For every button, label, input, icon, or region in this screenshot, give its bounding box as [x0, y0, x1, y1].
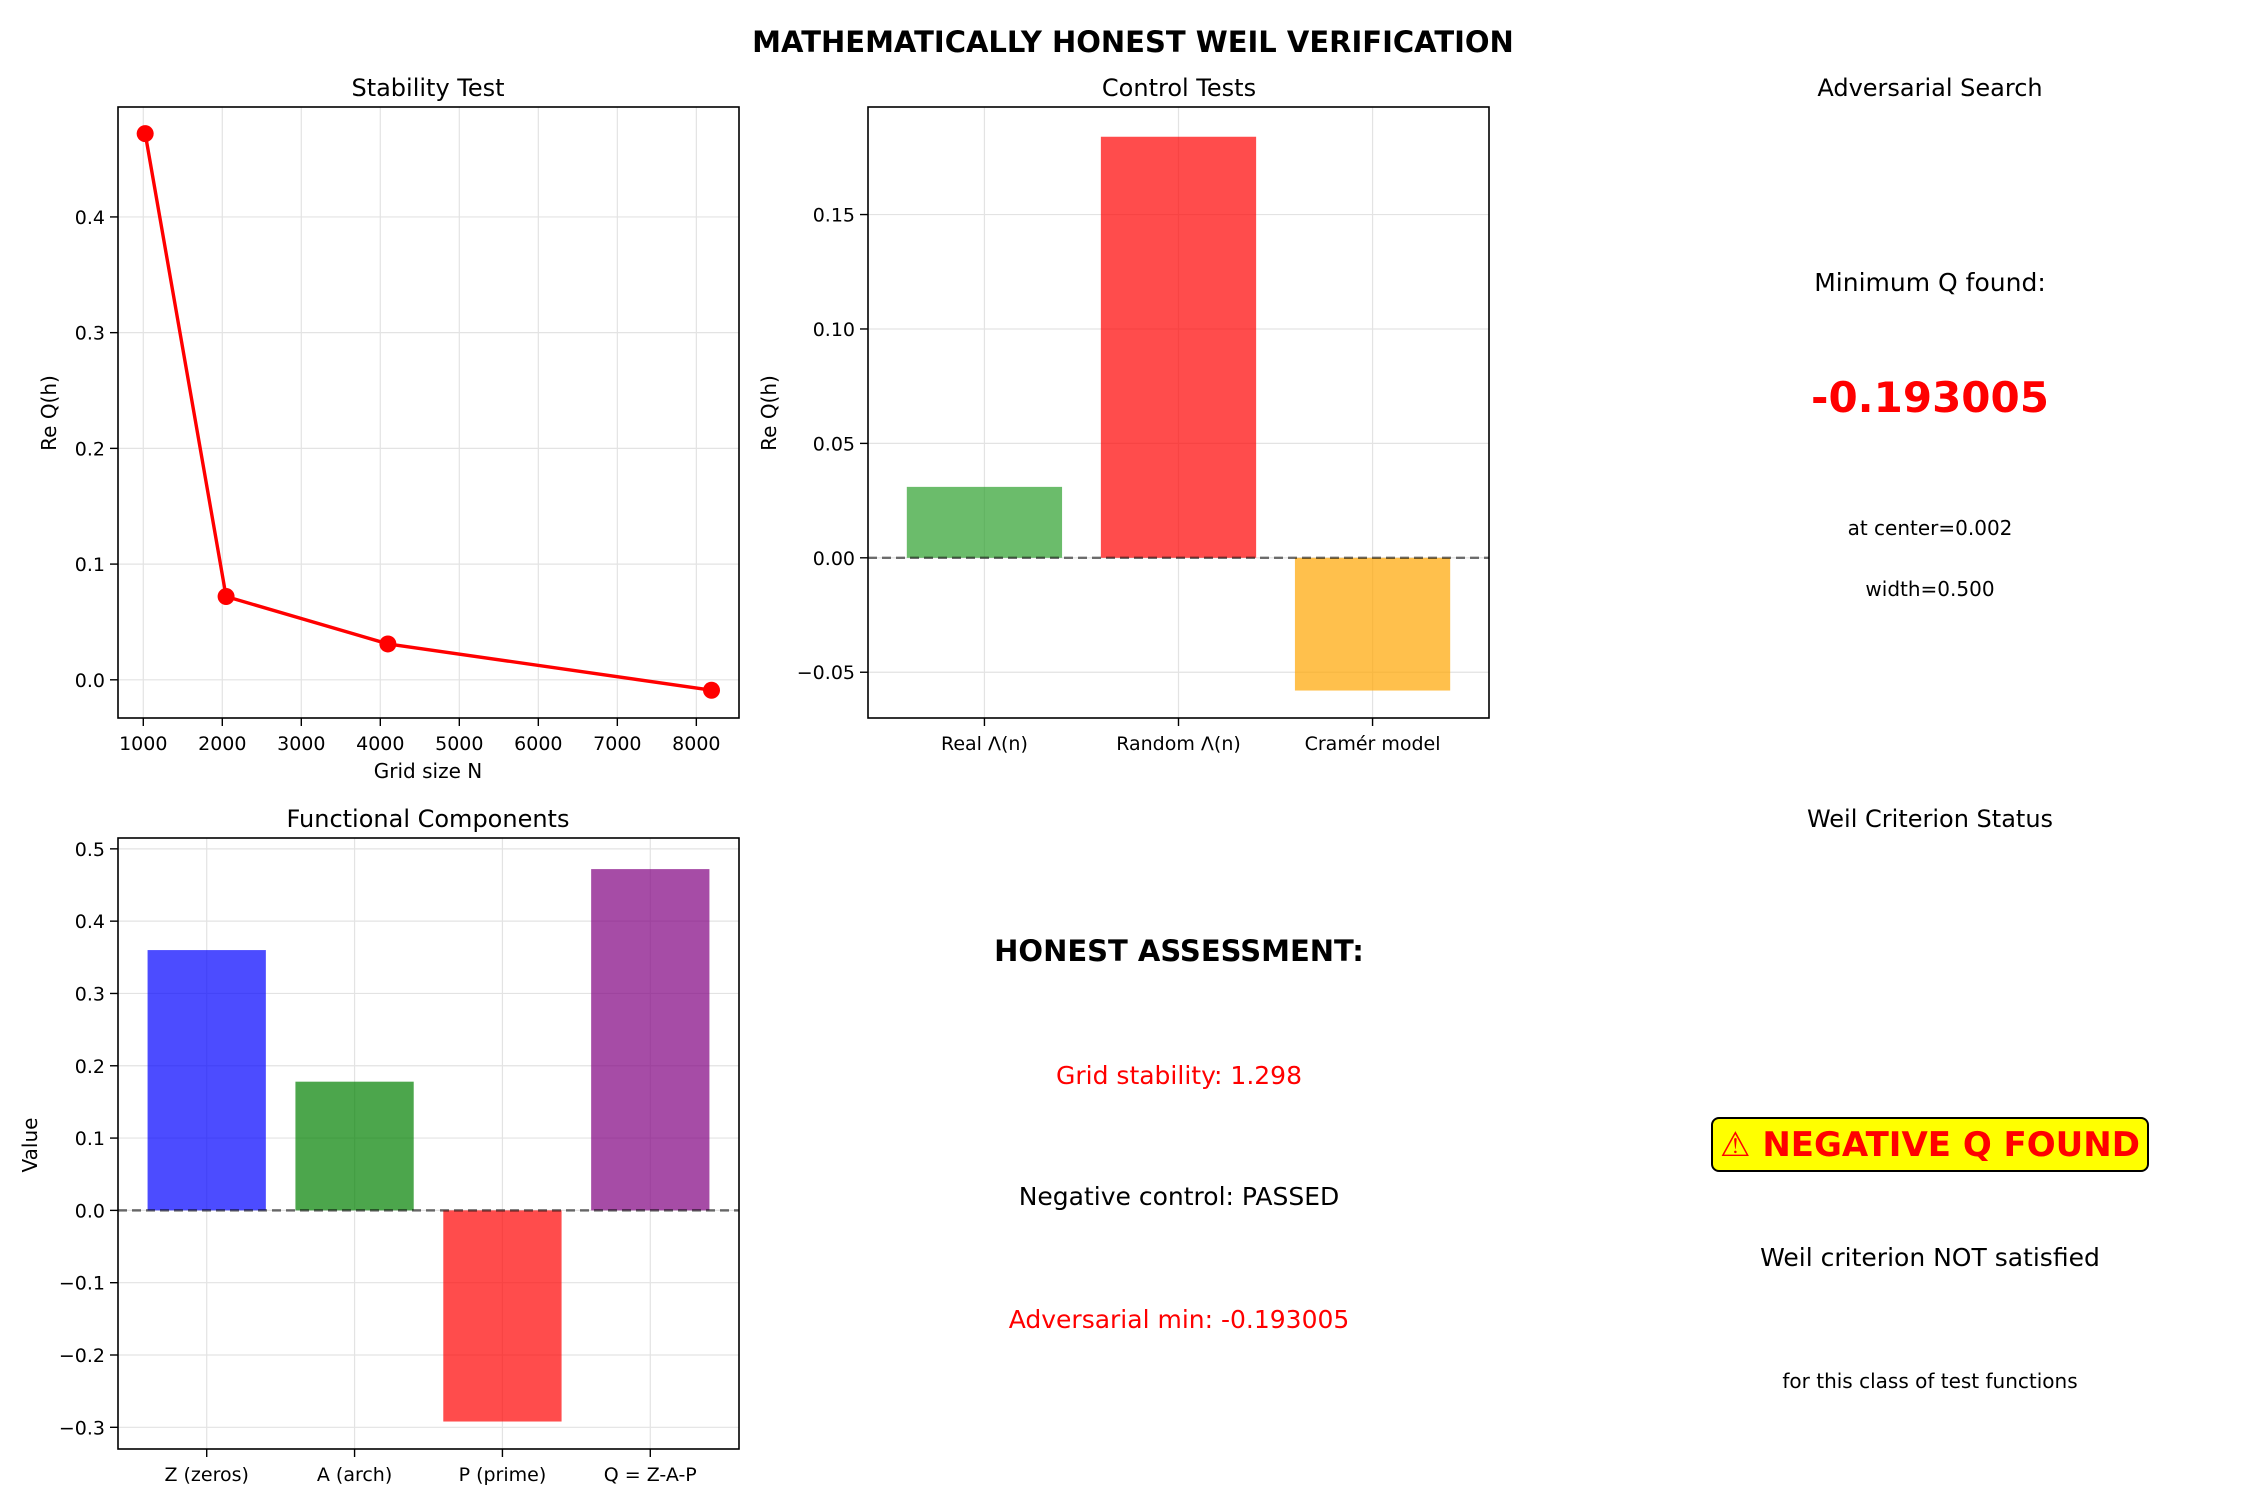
components-bar-3 — [591, 869, 710, 1211]
assessment-heading: HONEST ASSESSMENT: — [994, 934, 1364, 968]
stability-xtick-label-2: 3000 — [277, 733, 325, 755]
status-title: Weil Criterion Status — [1807, 805, 2053, 833]
assessment-negative-control: Negative control: PASSED — [1019, 1182, 1340, 1211]
components-bar-0 — [147, 950, 266, 1211]
stability-xtick-label-6: 7000 — [593, 733, 641, 755]
stability-xtick-label-7: 8000 — [672, 733, 720, 755]
components-title: Functional Components — [287, 805, 570, 833]
stability-ylabel: Re Q(h) — [37, 375, 61, 451]
control-xtick-label-1: Random Λ(n) — [1116, 733, 1241, 755]
stability-ytick-label-3: 0.3 — [75, 323, 105, 345]
components-xtick-label-0: Z (zeros) — [164, 1464, 248, 1486]
components-ytick-label-7: 0.4 — [75, 911, 105, 933]
figure-suptitle: MATHEMATICALLY HONEST WEIL VERIFICATION — [752, 25, 1514, 59]
control-ytick-label-3: 0.10 — [813, 319, 855, 341]
components-ytick-label-5: 0.2 — [75, 1056, 105, 1078]
stability-point-0 — [136, 125, 154, 143]
components-bar-1 — [295, 1081, 414, 1211]
stability-xtick-label-4: 5000 — [435, 733, 483, 755]
control-ytick-label-1: 0.00 — [813, 548, 855, 570]
control-ytick-label-0: −0.05 — [797, 662, 855, 684]
adversarial-label: Minimum Q found: — [1814, 268, 2046, 297]
figure: MATHEMATICALLY HONEST WEIL VERIFICATION … — [0, 0, 2250, 1500]
adversarial-width: width=0.500 — [1865, 577, 1994, 601]
components-xtick-label-3: Q = Z-A-P — [604, 1464, 697, 1486]
adversarial-title: Adversarial Search — [1817, 74, 2042, 102]
stability-xtick-label-0: 1000 — [119, 733, 167, 755]
control-title: Control Tests — [1102, 74, 1256, 102]
stability-point-2 — [379, 635, 397, 653]
stability-ytick-label-4: 0.4 — [75, 207, 105, 229]
control-xtick-label-0: Real Λ(n) — [941, 733, 1028, 755]
components-ytick-label-1: −0.2 — [59, 1345, 105, 1367]
adversarial-value: -0.193005 — [1811, 373, 2049, 422]
control-xtick-label-2: Cramér model — [1305, 733, 1441, 755]
components-bar-2 — [443, 1210, 562, 1422]
stability-ytick-label-1: 0.1 — [75, 554, 105, 576]
components-xtick-label-2: P (prime) — [459, 1464, 547, 1486]
assessment-adversarial-min: Adversarial min: -0.193005 — [1009, 1305, 1350, 1334]
components-ytick-label-0: −0.3 — [59, 1417, 105, 1439]
control-bar-0 — [906, 486, 1063, 558]
stability-title: Stability Test — [351, 74, 504, 102]
status-line-2: for this class of test functions — [1782, 1369, 2077, 1393]
stability-ytick-label-2: 0.2 — [75, 438, 105, 460]
components-ytick-label-4: 0.1 — [75, 1128, 105, 1150]
assessment-grid-stability: Grid stability: 1.298 — [1056, 1061, 1302, 1090]
components-ytick-label-2: −0.1 — [59, 1273, 105, 1295]
control-ytick-label-4: 0.15 — [813, 205, 855, 227]
stability-point-1 — [217, 587, 235, 605]
components-ytick-label-3: 0.0 — [75, 1200, 105, 1222]
stability-xtick-label-1: 2000 — [198, 733, 246, 755]
components-ytick-label-6: 0.3 — [75, 983, 105, 1005]
control-bar-2 — [1294, 557, 1451, 691]
components-xtick-label-1: A (arch) — [317, 1464, 392, 1486]
components-ytick-label-8: 0.5 — [75, 839, 105, 861]
control-ylabel: Re Q(h) — [757, 375, 781, 451]
control-ytick-label-2: 0.05 — [813, 433, 855, 455]
stability-xtick-label-3: 4000 — [356, 733, 404, 755]
stability-xlabel: Grid size N — [374, 759, 482, 783]
status-badge: ⚠ NEGATIVE Q FOUND — [1720, 1125, 2140, 1165]
adversarial-center: at center=0.002 — [1848, 516, 2013, 540]
stability-point-3 — [703, 681, 721, 699]
status-line-1: Weil criterion NOT satisfied — [1760, 1243, 2100, 1272]
components-ylabel: Value — [18, 1118, 42, 1173]
control-bar-1 — [1100, 136, 1257, 558]
stability-ytick-label-0: 0.0 — [75, 670, 105, 692]
stability-xtick-label-5: 6000 — [514, 733, 562, 755]
